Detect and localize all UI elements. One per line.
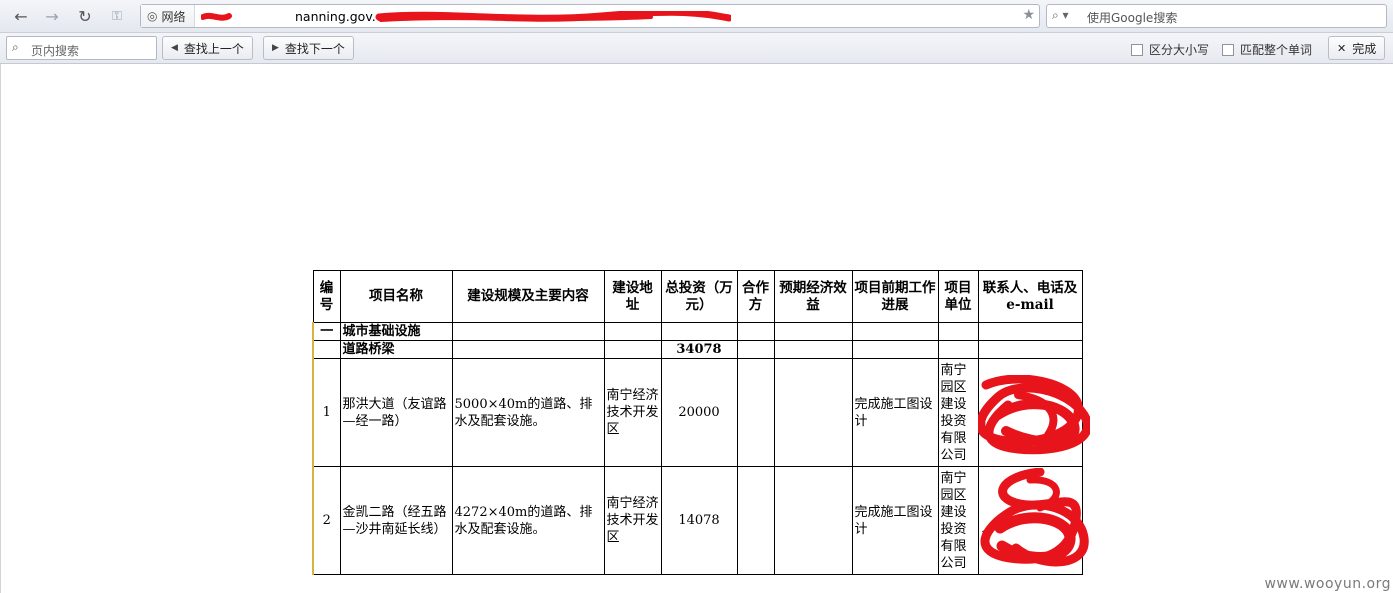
contact-redaction-scribble <box>978 375 1090 455</box>
project-benefit <box>773 466 853 575</box>
section-title: 城市基础设施 <box>339 322 453 341</box>
whole-word-label: 匹配整个单词 <box>1240 43 1313 57</box>
search-engine-icon[interactable]: ⌕ ▾ <box>1052 8 1069 23</box>
row-number: 1 <box>312 358 341 467</box>
header-cell: 编号 <box>312 270 341 323</box>
url-redaction-scribble <box>201 11 731 22</box>
find-previous-button[interactable]: ◀ 查找上一个 <box>162 36 253 60</box>
project-scope: 5000×40m的道路、排水及配套设施。 <box>451 358 605 467</box>
reload-icon[interactable]: ↻ <box>73 5 97 27</box>
header-cell: 建设地址 <box>603 270 662 323</box>
section-row: 一 城市基础设施 <box>312 322 1083 341</box>
site-identity-badge[interactable]: ◎ 网络 <box>141 5 195 27</box>
header-cell: 预期经济效益 <box>773 270 853 323</box>
project-name: 那洪大道（友谊路—经一路） <box>339 358 453 467</box>
navigation-toolbar: ← → ↻ ⚿ ◎ 网络 nanning.gov.cn ★ ⌕ ▾ 使用Goog… <box>0 0 1393 33</box>
arrow-right-icon: ▶ <box>272 43 279 53</box>
watermark: www.wooyun.org <box>1264 576 1391 592</box>
project-unit: 南宁园区建设投资有限公司 <box>937 358 979 467</box>
whole-word-checkbox[interactable]: 匹配整个单词 <box>1222 41 1312 58</box>
find-next-button[interactable]: ▶ 查找下一个 <box>263 36 354 60</box>
table-row: 2 金凯二路（经五路—沙井南延长线） 4272×40m的道路、排水及配套设施。 … <box>312 466 1083 575</box>
project-unit: 南宁园区建设投资有限公司 <box>937 466 979 575</box>
header-cell: 项目单位 <box>937 270 979 323</box>
find-bar: ⌕ 页内搜索 ◀ 查找上一个 ▶ 查找下一个 区分大小写 匹配整个单词 ✕ 完成 <box>0 33 1393 64</box>
table-row: 1 那洪大道（友谊路—经一路） 5000×40m的道路、排水及配套设施。 南宁经… <box>312 358 1083 467</box>
project-investment: 14078 <box>660 466 738 575</box>
arrow-left-icon: ◀ <box>171 43 178 53</box>
find-done-label: 完成 <box>1352 41 1377 56</box>
project-partner <box>736 358 775 467</box>
project-table: 编号 项目名称 建设规模及主要内容 建设地址 总投资（万元） 合作方 预期经济效… <box>312 270 1083 575</box>
bookmark-star-icon[interactable]: ★ <box>1022 7 1035 23</box>
section-number: 一 <box>312 322 341 341</box>
find-in-page-input[interactable]: ⌕ 页内搜索 <box>6 36 157 60</box>
forward-arrow-icon[interactable]: → <box>40 5 64 27</box>
checkbox-box[interactable] <box>1222 43 1234 56</box>
project-name: 金凯二路（经五路—沙井南延长线） <box>339 466 453 575</box>
subsection-total: 34078 <box>660 340 738 359</box>
header-cell: 建设规模及主要内容 <box>451 270 605 323</box>
find-placeholder: 页内搜索 <box>31 44 80 58</box>
header-cell: 联系人、电话及e-mail <box>977 270 1083 323</box>
find-next-label: 查找下一个 <box>284 41 345 56</box>
search-icon: ⌕ <box>12 40 19 54</box>
match-case-checkbox[interactable]: 区分大小写 <box>1131 41 1209 58</box>
row-number: 2 <box>312 466 341 575</box>
header-cell: 总投资（万元） <box>660 270 738 323</box>
header-cell: 合作方 <box>736 270 775 323</box>
project-progress: 完成施工图设计 <box>851 466 939 575</box>
project-progress: 完成施工图设计 <box>851 358 939 467</box>
project-benefit <box>773 358 853 467</box>
back-arrow-icon[interactable]: ← <box>9 5 33 27</box>
match-case-label: 区分大小写 <box>1149 43 1210 57</box>
subsection-title: 道路桥梁 <box>339 340 453 359</box>
checkbox-box[interactable] <box>1131 43 1143 56</box>
site-badge-label: 网络 <box>161 9 186 24</box>
project-address: 南宁经济技术开发区 <box>603 466 662 575</box>
project-address: 南宁经济技术开发区 <box>603 358 662 467</box>
header-cell: 项目前期工作进展 <box>851 270 939 323</box>
key-icon[interactable]: ⚿ <box>105 5 129 27</box>
search-box[interactable]: ⌕ ▾ 使用Google搜索 <box>1046 4 1387 28</box>
globe-icon: ◎ <box>147 9 158 23</box>
contact-redaction-scribble <box>980 468 1089 567</box>
search-placeholder: 使用Google搜索 <box>1087 11 1178 25</box>
project-investment: 20000 <box>660 358 738 467</box>
project-scope: 4272×40m的道路、排水及配套设施。 <box>451 466 605 575</box>
header-cell: 项目名称 <box>339 270 453 323</box>
address-bar[interactable]: ◎ 网络 nanning.gov.cn ★ <box>140 4 1040 28</box>
find-previous-label: 查找上一个 <box>183 41 244 56</box>
table-header-row: 编号 项目名称 建设规模及主要内容 建设地址 总投资（万元） 合作方 预期经济效… <box>312 270 1083 323</box>
project-partner <box>736 466 775 575</box>
subsection-row: 道路桥梁 34078 <box>312 340 1083 359</box>
close-icon: ✕ <box>1337 41 1347 55</box>
find-done-button[interactable]: ✕ 完成 <box>1328 36 1386 60</box>
